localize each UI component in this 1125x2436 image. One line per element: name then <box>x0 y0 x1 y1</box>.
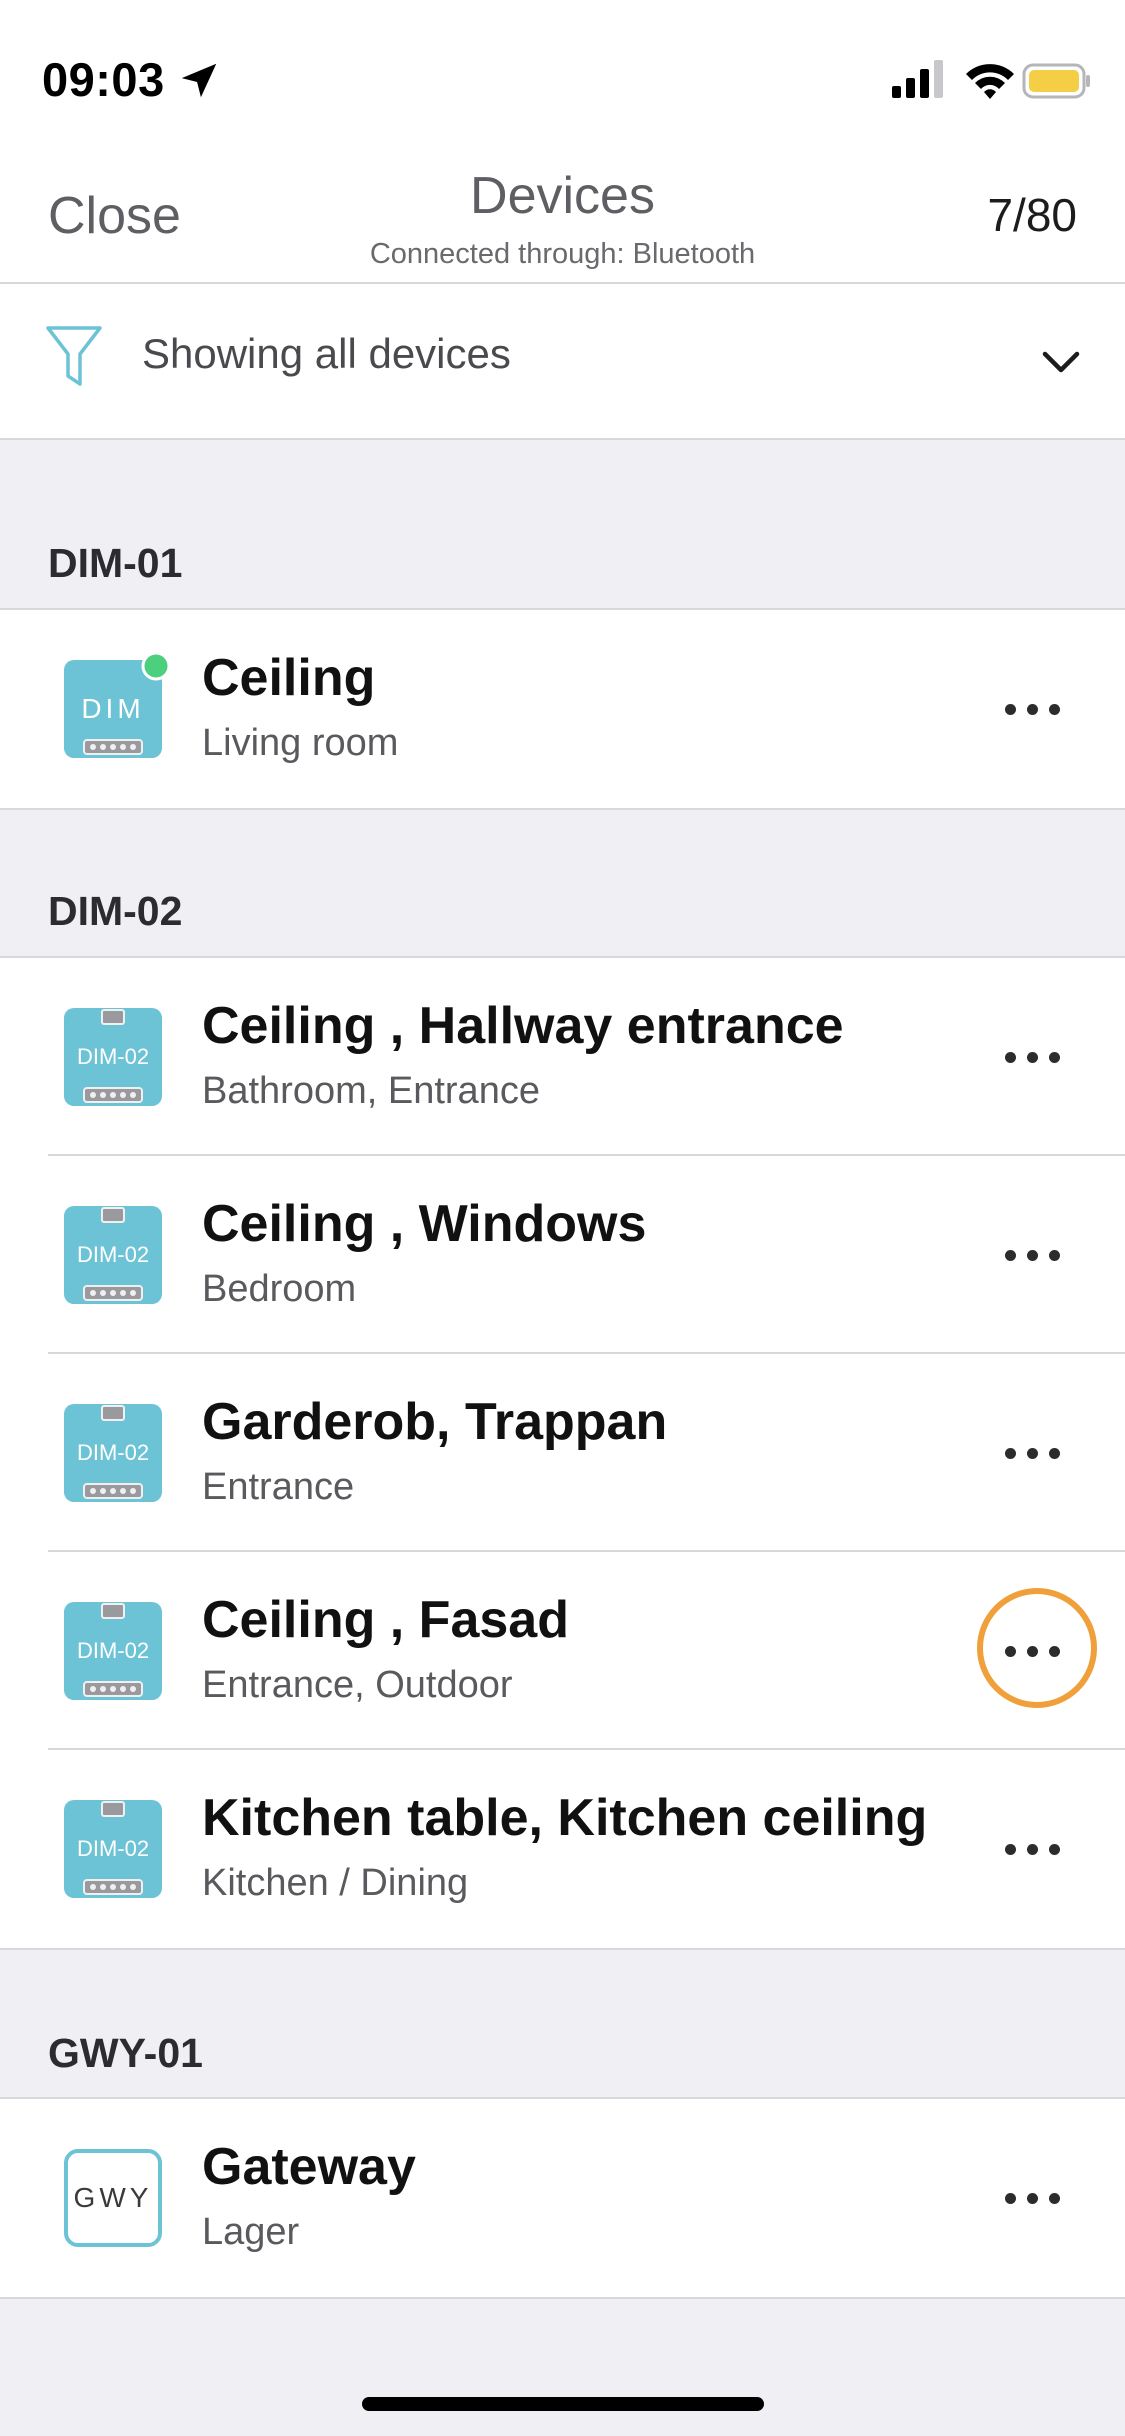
device-row[interactable]: DIM-02 Ceiling , Hallway entrance Bathro… <box>0 958 1125 1156</box>
device-name: Ceiling , Fasad <box>202 1591 569 1649</box>
device-counter: 7/80 <box>987 189 1077 241</box>
device-badge: DIM <box>81 693 144 724</box>
device-name: Ceiling , Windows <box>202 1195 647 1253</box>
more-options-button[interactable] <box>1001 1832 1065 1866</box>
navigation-bar: Close Devices Connected through: Bluetoo… <box>0 160 1125 284</box>
section-header-dim-01: DIM-01 <box>48 540 183 586</box>
cellular-signal-icon <box>892 60 943 98</box>
device-room: Lager <box>202 2211 300 2253</box>
dim-02-device-icon: DIM-02 <box>64 1008 162 1106</box>
device-room: Entrance <box>202 1466 355 1508</box>
more-options-button[interactable] <box>1001 692 1065 726</box>
device-name: Kitchen table, Kitchen ceiling <box>202 1789 928 1847</box>
device-group-dim-01: DIM Ceiling Living room <box>0 608 1125 810</box>
connection-subtitle: Connected through: Bluetooth <box>369 238 756 270</box>
device-room: Living room <box>202 722 399 764</box>
more-options-button[interactable] <box>1001 2181 1065 2215</box>
device-row[interactable]: DIM-02 Garderob, Trappan Entrance <box>0 1354 1125 1552</box>
wifi-icon <box>966 64 1014 99</box>
device-room: Bathroom, Entrance <box>202 1070 540 1112</box>
more-options-button[interactable] <box>1001 1238 1065 1272</box>
device-badge: GWY <box>74 2182 153 2213</box>
device-row[interactable]: GWY Gateway Lager <box>0 2099 1125 2297</box>
section-header-dim-02: DIM-02 <box>48 888 183 934</box>
home-indicator[interactable] <box>362 2397 764 2411</box>
filter-icon <box>46 326 102 386</box>
more-options-button[interactable] <box>1001 1436 1065 1470</box>
device-name: Ceiling <box>202 649 376 707</box>
device-badge: DIM-02 <box>77 1440 149 1465</box>
device-badge: DIM-02 <box>77 1836 149 1861</box>
device-room: Bedroom <box>202 1268 357 1310</box>
filter-label: Showing all devices <box>142 330 511 377</box>
gateway-device-icon: GWY <box>64 2149 162 2247</box>
page-title: Devices <box>470 167 655 225</box>
device-name: Ceiling , Hallway entrance <box>202 997 844 1055</box>
device-group-dim-02: DIM-02 Ceiling , Hallway entrance Bathro… <box>0 956 1125 1950</box>
dim-02-device-icon: DIM-02 <box>64 1800 162 1898</box>
online-status-dot <box>141 651 171 681</box>
location-arrow-icon <box>181 63 217 98</box>
device-badge: DIM-02 <box>77 1044 149 1069</box>
device-filter-dropdown[interactable]: Showing all devices <box>0 284 1125 440</box>
status-bar: 09:03 <box>0 0 1125 160</box>
device-row[interactable]: DIM-02 Kitchen table, Kitchen ceiling Ki… <box>0 1750 1125 1948</box>
status-time: 09:03 <box>42 53 165 106</box>
device-name: Gateway <box>202 2138 416 2196</box>
more-options-button[interactable] <box>1001 1040 1065 1074</box>
chevron-down-icon <box>1042 351 1080 373</box>
dim-02-device-icon: DIM-02 <box>64 1206 162 1304</box>
device-group-gwy-01: GWY Gateway Lager <box>0 2097 1125 2299</box>
dim-02-device-icon: DIM-02 <box>64 1602 162 1700</box>
battery-icon <box>1022 63 1090 99</box>
dim-device-icon: DIM <box>64 651 171 758</box>
section-header-gwy-01: GWY-01 <box>48 2030 203 2076</box>
more-options-button[interactable] <box>1001 1634 1065 1668</box>
device-row[interactable]: DIM-02 Ceiling , Windows Bedroom <box>0 1156 1125 1354</box>
device-badge: DIM-02 <box>77 1638 149 1663</box>
dim-02-device-icon: DIM-02 <box>64 1404 162 1502</box>
device-room: Kitchen / Dining <box>202 1862 469 1904</box>
device-badge: DIM-02 <box>77 1242 149 1267</box>
device-room: Entrance, Outdoor <box>202 1664 513 1706</box>
device-name: Garderob, Trappan <box>202 1393 668 1451</box>
device-row[interactable]: DIM-02 Ceiling , Fasad Entrance, Outdoor <box>0 1552 1125 1750</box>
device-row[interactable]: DIM Ceiling Living room <box>0 610 1125 808</box>
